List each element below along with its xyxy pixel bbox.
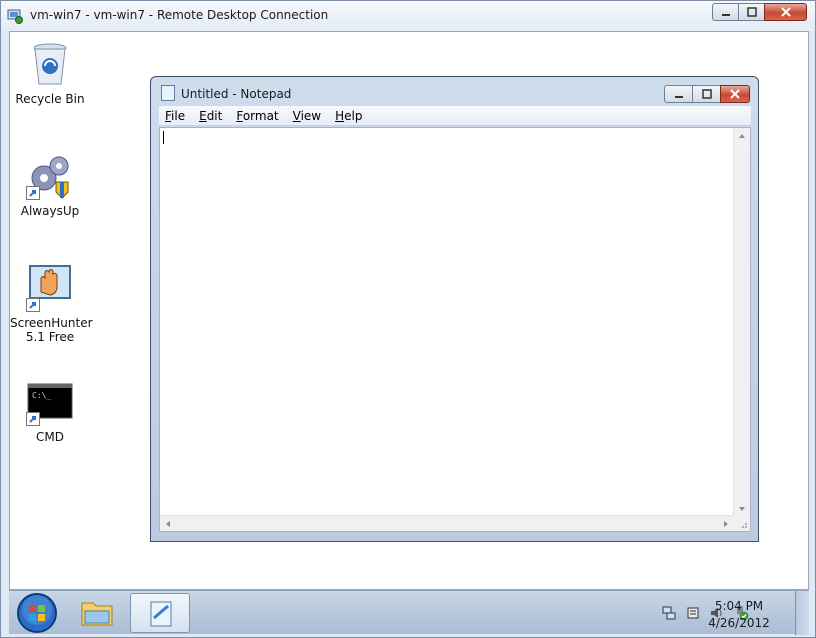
recycle-bin-icon [26, 40, 74, 88]
resize-grip-icon [742, 523, 747, 528]
horizontal-scrollbar[interactable] [160, 515, 734, 531]
scroll-left-icon[interactable] [166, 521, 170, 527]
menu-help[interactable]: Help [335, 109, 362, 123]
minimize-icon [721, 14, 730, 16]
notepad-close-button[interactable] [720, 85, 750, 103]
notepad-maximize-button[interactable] [692, 85, 720, 103]
clock-time: 5:04 PM [714, 599, 764, 613]
close-icon [780, 7, 791, 17]
maximize-icon [701, 89, 712, 99]
menu-file[interactable]: File [165, 109, 185, 123]
notepad-window-controls [664, 85, 750, 103]
cmd-console-icon: C:\_ [26, 378, 74, 426]
minimize-icon [674, 96, 683, 98]
remote-desktop-icon[interactable] [7, 8, 23, 24]
vertical-scrollbar[interactable] [733, 128, 750, 517]
desktop-icon-recycle-bin[interactable]: Recycle Bin [10, 40, 90, 106]
rdp-window: vm-win7 - vm-win7 - Remote Desktop Conne… [0, 0, 816, 638]
notepad-minimize-button[interactable] [664, 85, 692, 103]
restore-icon [746, 7, 757, 17]
rdp-close-button[interactable] [764, 3, 807, 21]
desktop-icon-label: Recycle Bin [15, 92, 85, 106]
screenhunter-hand-icon [26, 264, 74, 312]
menu-view[interactable]: View [293, 109, 321, 123]
notepad-icon[interactable] [161, 85, 175, 101]
rdp-titlebar[interactable]: vm-win7 - vm-win7 - Remote Desktop Conne… [1, 1, 815, 31]
taskbar-explorer-button[interactable] [67, 593, 127, 633]
text-caret [163, 131, 164, 144]
close-icon [730, 89, 740, 99]
shortcut-arrow-icon [26, 412, 40, 426]
rdp-window-controls [712, 3, 807, 21]
notepad-title: Untitled - Notepad [181, 87, 292, 101]
windows-orb-icon [17, 593, 57, 633]
desktop-icon-screenhunter[interactable]: ScreenHunter 5.1 Free [10, 264, 93, 344]
taskbar-notepad-button[interactable] [130, 593, 190, 633]
menu-edit[interactable]: Edit [199, 109, 222, 123]
show-desktop-button[interactable] [795, 591, 809, 635]
folder-icon [81, 602, 113, 626]
scroll-right-icon[interactable] [724, 521, 728, 527]
scroll-up-icon[interactable] [739, 134, 745, 138]
notepad-text-area[interactable] [159, 127, 751, 532]
scroll-down-icon[interactable] [739, 507, 745, 511]
menu-format[interactable]: Format [236, 109, 278, 123]
desktop-icon-alwaysup[interactable]: AlwaysUp [10, 152, 90, 218]
network-icon[interactable] [661, 605, 677, 621]
desktop-icon-label: CMD [36, 430, 64, 444]
resize-grip[interactable] [733, 515, 750, 531]
rdp-restore-button[interactable] [738, 3, 764, 21]
notepad-titlebar[interactable]: Untitled - Notepad [151, 77, 758, 105]
taskbar: 5:04 PM 4/26/2012 [9, 590, 809, 635]
notepad-menubar: File Edit Format View Help [159, 106, 751, 126]
desktop-icon-label: ScreenHunter 5.1 Free [10, 316, 93, 344]
clock-date: 4/26/2012 [708, 616, 770, 630]
taskbar-clock[interactable]: 5:04 PM 4/26/2012 [699, 598, 779, 632]
desktop-icon-cmd[interactable]: C:\_ CMD [10, 378, 90, 444]
shortcut-arrow-icon [26, 186, 40, 200]
shortcut-arrow-icon [26, 298, 40, 312]
rdp-window-title: vm-win7 - vm-win7 - Remote Desktop Conne… [30, 8, 329, 22]
svg-text:C:\_: C:\_ [32, 391, 51, 400]
notepad-window[interactable]: Untitled - Notepad File Edit Format View… [150, 76, 759, 542]
desktop-icon-label: AlwaysUp [20, 204, 80, 218]
alwaysup-gears-icon [26, 152, 74, 200]
rdp-minimize-button[interactable] [712, 3, 738, 21]
start-button[interactable] [14, 592, 60, 634]
notepad-taskbar-icon [150, 601, 172, 627]
